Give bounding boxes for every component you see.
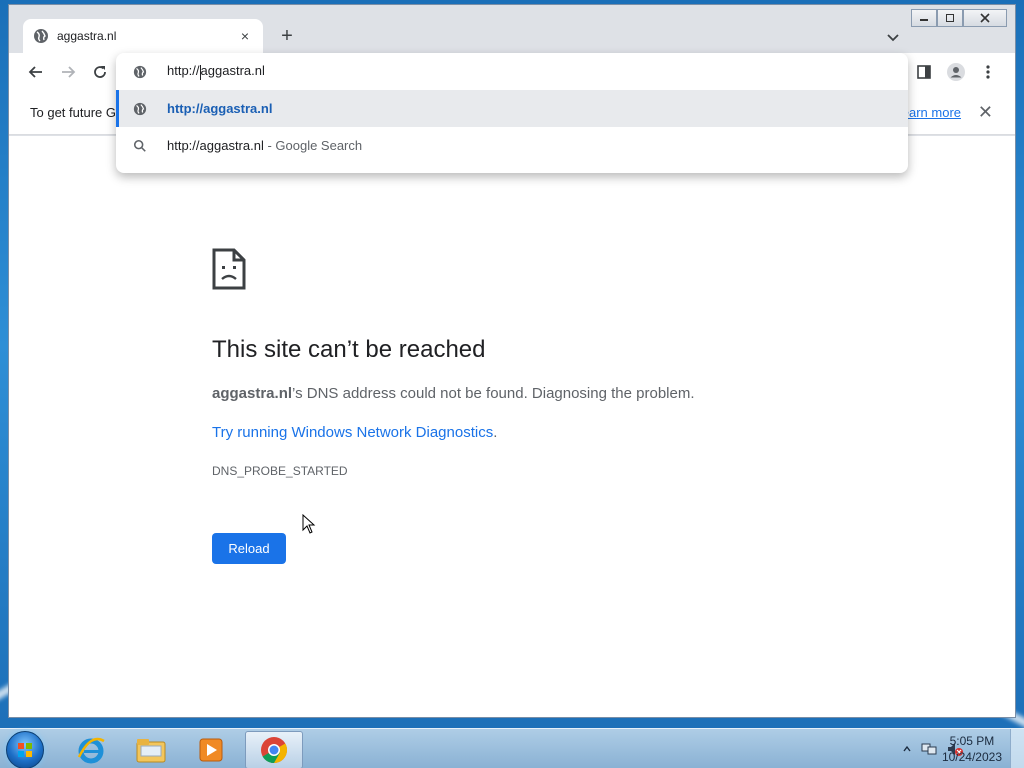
kebab-menu-icon [986, 65, 990, 79]
profile-avatar-icon [947, 63, 965, 81]
taskbar-media-player[interactable] [182, 731, 240, 768]
address-suffix: aggastra.nl [200, 63, 265, 79]
mouse-cursor-icon [302, 514, 316, 534]
search-icon [133, 139, 146, 152]
window-controls [911, 9, 1007, 27]
window-close-button[interactable] [963, 9, 1007, 27]
start-button[interactable] [6, 731, 44, 768]
network-icon[interactable] [920, 741, 938, 757]
infobar-text: To get future G [30, 105, 116, 120]
media-player-icon [199, 738, 223, 762]
taskbar-internet-explorer[interactable] [62, 731, 120, 768]
error-code: DNS_PROBE_STARTED [212, 464, 348, 478]
error-page: This site can’t be reached aggastra.nl’s… [9, 136, 1015, 717]
close-icon [980, 13, 990, 23]
side-panel-icon [917, 65, 931, 79]
show-hidden-icons-icon[interactable] [902, 744, 912, 754]
taskbar: 5:05 PM 10/24/2023 [0, 728, 1024, 768]
sad-page-icon [212, 248, 246, 290]
suggestion-url: http://aggastra.nl [167, 101, 273, 116]
windows-logo-icon [18, 743, 32, 757]
refresh-icon [94, 66, 106, 78]
clock-time: 5:05 PM [949, 734, 995, 748]
chrome-icon [261, 737, 288, 764]
back-arrow-icon [28, 66, 42, 78]
forward-arrow-icon [62, 66, 76, 78]
tab-aggastra[interactable]: aggastra.nl × [23, 19, 263, 53]
taskbar-clock[interactable]: 5:05 PM 10/24/2023 [942, 733, 1002, 765]
address-bar-input[interactable]: http://aggastra.nl [116, 53, 908, 90]
restore-button[interactable] [937, 9, 963, 27]
search-suggestion-text: http://aggastra.nl - Google Search [167, 138, 362, 153]
menu-button[interactable] [977, 61, 999, 83]
tab-close-icon[interactable]: × [237, 28, 253, 44]
show-desktop-button[interactable] [1010, 729, 1024, 768]
error-host: aggastra.nl [212, 385, 293, 402]
search-query: http://aggastra.nl [167, 138, 264, 153]
globe-icon [133, 65, 147, 78]
tab-search-chevron-icon[interactable] [885, 29, 901, 45]
address-text: http://aggastra.nl [167, 63, 265, 80]
diagnostics-period: . [493, 424, 498, 441]
minimize-icon [920, 19, 928, 21]
learn-more-link[interactable]: earn more [902, 105, 961, 120]
taskbar-file-explorer[interactable] [122, 731, 180, 768]
forward-button[interactable] [57, 61, 79, 83]
search-engine-suffix: - Google Search [263, 138, 363, 153]
reload-toolbar-button[interactable] [89, 61, 111, 83]
globe-icon [133, 102, 147, 115]
suggestion-url-row[interactable]: http://aggastra.nl [116, 90, 908, 127]
restore-icon [946, 14, 954, 22]
internet-explorer-icon [77, 737, 105, 764]
diagnostics-line: Try running Windows Network Diagnostics. [212, 424, 497, 441]
reload-button[interactable]: Reload [212, 533, 286, 564]
diagnostics-link[interactable]: Try running Windows Network Diagnostics [212, 424, 493, 441]
new-tab-button[interactable]: + [275, 25, 299, 47]
omnibox-dropdown: http://aggastra.nl http://aggastra.nl ht… [116, 53, 908, 173]
error-description-text: ’s DNS address could not be found. Diagn… [292, 385, 695, 402]
tab-strip: aggastra.nl × + [9, 5, 1015, 53]
address-prefix: http:// [167, 63, 200, 79]
back-button[interactable] [25, 61, 47, 83]
clock-date: 10/24/2023 [941, 750, 1002, 764]
globe-icon [34, 29, 48, 43]
error-title: This site can’t be reached [212, 336, 486, 363]
side-panel-button[interactable] [913, 61, 935, 83]
error-description: aggastra.nl’s DNS address could not be f… [212, 385, 695, 402]
tab-title: aggastra.nl [57, 29, 117, 43]
folder-icon [136, 739, 166, 763]
suggestion-search-row[interactable]: http://aggastra.nl - Google Search [116, 127, 908, 164]
minimize-button[interactable] [911, 9, 937, 27]
profile-button[interactable] [945, 61, 967, 83]
taskbar-chrome[interactable] [245, 731, 303, 768]
infobar-close-icon[interactable]: ✕ [978, 102, 993, 123]
